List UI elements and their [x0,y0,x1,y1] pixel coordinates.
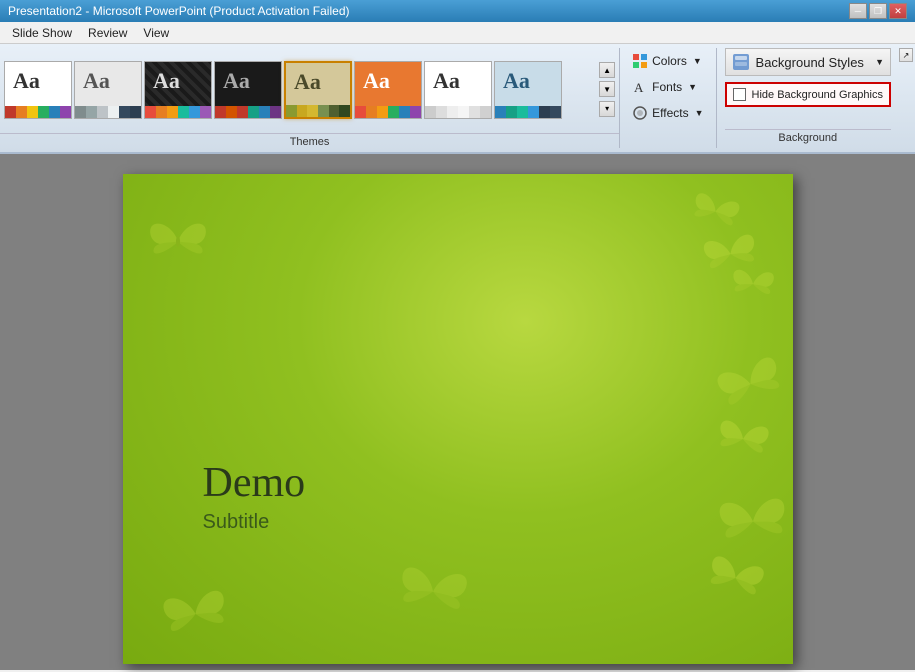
theme-plain-white[interactable]: Aa [424,61,492,119]
slide[interactable]: Demo Subtitle [123,174,793,664]
menu-view[interactable]: View [135,24,177,42]
background-section-label: Background [725,129,891,148]
hide-background-graphics-label: Hide Background Graphics [752,89,883,101]
butterfly-right-mid-2 [709,409,777,469]
title-bar: Presentation2 - Microsoft PowerPoint (Pr… [0,0,915,22]
effects-label: Effects [652,106,688,120]
ribbon: Aa Aa [0,44,915,154]
background-styles-label: Background Styles [756,55,864,70]
butterfly-bottom-center [388,554,476,630]
themes-label: Themes [0,133,619,152]
theme-dark-striped[interactable]: Aa [144,61,212,119]
colors-button[interactable]: Colors ▼ [628,48,707,74]
theme-scroll-arrows: ▲ ▼ ▾ [599,61,615,119]
ribbon-expand-button[interactable]: ↗ [899,48,913,62]
content-area: Demo Subtitle [0,154,915,670]
window-controls: ─ ❐ ✕ [849,3,907,19]
colors-dropdown-icon: ▼ [693,56,702,66]
minimize-button[interactable]: ─ [849,3,867,19]
ribbon-expand: ↗ [899,44,915,152]
restore-button[interactable]: ❐ [869,3,887,19]
effects-icon [632,105,648,121]
app-title: Presentation2 - Microsoft PowerPoint (Pr… [8,4,349,18]
scroll-more-arrow[interactable]: ▾ [599,101,615,117]
effects-button[interactable]: Effects ▼ [628,100,707,126]
menu-slideshow[interactable]: Slide Show [4,24,80,42]
effects-dropdown-icon: ▼ [695,108,704,118]
colors-icon [632,53,648,69]
scroll-up-arrow[interactable]: ▲ [599,62,615,78]
slide-title: Demo [203,459,306,507]
menu-review[interactable]: Review [80,24,135,42]
background-section: Background Styles ▼ Hide Background Grap… [717,44,899,152]
butterfly-bottom-left [153,578,237,650]
design-options-section: Colors ▼ A Fonts ▼ Effects ▼ . [620,44,715,152]
theme-gray[interactable]: Aa [74,61,142,119]
slide-subtitle: Subtitle [203,511,306,534]
theme-blue-green[interactable]: Aa [494,61,562,119]
slide-content: Demo Subtitle [203,459,306,534]
scroll-down-arrow[interactable]: ▼ [599,81,615,97]
theme-very-dark[interactable]: Aa [214,61,282,119]
colors-label: Colors [652,54,687,68]
close-button[interactable]: ✕ [889,3,907,19]
butterfly-top-right-3 [726,262,779,306]
background-styles-button[interactable]: Background Styles ▼ [725,48,891,76]
fonts-dropdown-icon: ▼ [688,82,697,92]
themes-row: Aa Aa [0,44,619,133]
svg-text:A: A [634,80,644,95]
theme-default[interactable]: Aa [4,61,72,119]
themes-section: Aa Aa [0,44,619,152]
hide-background-graphics-checkbox[interactable] [733,88,746,101]
background-styles-icon [732,53,750,71]
menu-bar: Slide Show Review View [0,22,915,44]
fonts-label: Fonts [652,80,682,94]
fonts-icon: A [632,79,648,95]
background-styles-dropdown: ▼ [875,57,884,67]
butterfly-top-left [143,214,213,269]
theme-orange[interactable]: Aa [354,61,422,119]
theme-thumbnails: Aa Aa [4,61,595,119]
theme-warm-active[interactable]: Aa [284,61,352,119]
fonts-button[interactable]: A Fonts ▼ [628,74,707,100]
hide-background-graphics-container[interactable]: Hide Background Graphics [725,82,891,107]
